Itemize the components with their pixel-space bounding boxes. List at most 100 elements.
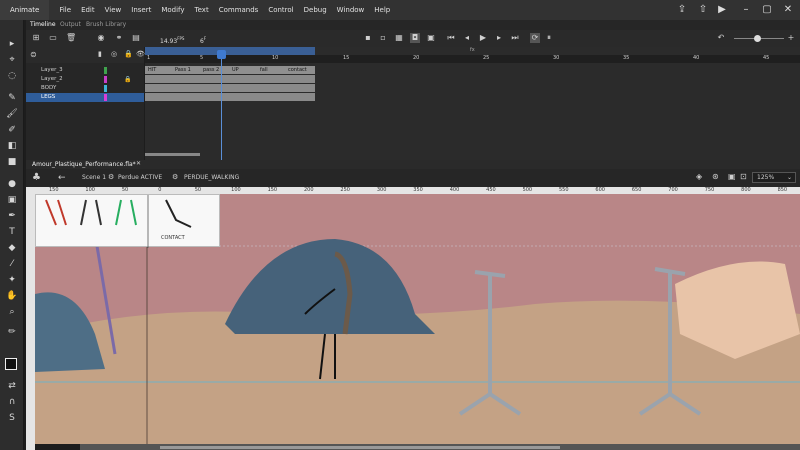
menu-debug[interactable]: Debug — [304, 6, 327, 14]
selection-tool-icon[interactable]: ▸ — [6, 38, 18, 50]
test-movie-icon[interactable]: ▶ — [716, 4, 728, 16]
first-frame-icon[interactable]: ⏮ — [446, 33, 456, 43]
share-icon[interactable]: ⇪ — [676, 4, 688, 16]
play-icon[interactable]: ▶ — [478, 33, 488, 43]
layer-row-selected[interactable]: LEGS — [26, 93, 144, 102]
menu-insert[interactable]: Insert — [131, 6, 151, 14]
edit-multiple-icon[interactable]: ▫ — [378, 33, 388, 43]
menu-edit[interactable]: Edit — [81, 6, 95, 14]
layer-row[interactable]: BODY — [26, 84, 144, 93]
brush-tool-icon[interactable]: 🖌 — [6, 108, 18, 120]
onion-skin-icon[interactable]: ▪ — [363, 33, 373, 43]
tab-output[interactable]: Output — [60, 20, 81, 30]
eye-all-icon[interactable]: 👁 — [136, 50, 145, 58]
menu-commands[interactable]: Commands — [219, 6, 259, 14]
center-stage-icon[interactable]: ⊡ — [740, 172, 747, 181]
layer-row[interactable]: Layer_2 🔒 — [26, 75, 144, 84]
back-icon[interactable]: ← — [58, 173, 66, 183]
snap-to-object-icon[interactable]: ◈ — [696, 172, 702, 181]
frame-row[interactable] — [145, 75, 315, 84]
subselection-tool-icon[interactable]: ⌖ — [6, 54, 18, 66]
swap-colors-icon[interactable]: ⇄ — [6, 380, 18, 392]
minimize-icon[interactable]: – — [740, 4, 752, 16]
lock-icon[interactable]: 🔒 — [124, 75, 131, 84]
maximize-icon[interactable]: ▢ — [761, 4, 773, 16]
new-folder-icon[interactable]: ▭ — [48, 33, 58, 43]
lock-all-icon[interactable]: 🔒 — [124, 50, 133, 58]
layer-depth-icon[interactable]: ▤ — [131, 33, 141, 43]
text-tool-icon[interactable]: T — [6, 226, 18, 238]
breadcrumb-perdue-walking[interactable]: PERDUE_WALKING — [184, 174, 239, 181]
pen-tool-icon[interactable]: ✒ — [6, 210, 18, 222]
ruler-tick-label: 0 — [158, 187, 162, 193]
frame-ruler[interactable]: 1 5 10 15 20 25 30 35 40 45 — [145, 55, 800, 63]
playhead-handle[interactable] — [217, 50, 226, 59]
menu-control[interactable]: Control — [268, 6, 293, 14]
fx-label: fx — [470, 47, 475, 53]
stroke-color-icon[interactable]: ✏ — [6, 326, 18, 338]
rectangle-tool-icon[interactable]: ■ — [6, 156, 18, 168]
pause-icon[interactable]: ⏸ — [544, 33, 554, 43]
loop-playback-icon[interactable]: ⟳ — [530, 33, 540, 43]
transform-icon[interactable]: ⊛ — [712, 172, 719, 181]
snap-icon[interactable]: ∩ — [6, 396, 18, 408]
tab-brush-library[interactable]: Brush Library — [86, 20, 126, 30]
eraser-tool-icon[interactable]: ◧ — [6, 140, 18, 152]
show-all-icon[interactable]: ▮ — [98, 50, 102, 58]
lasso-tool-icon[interactable]: ◌ — [6, 70, 18, 82]
app-tab[interactable]: Animate — [0, 0, 50, 20]
breadcrumb-perdue-active[interactable]: Perdue ACTIVE — [118, 174, 162, 181]
pencil-tool-icon[interactable]: ✎ — [6, 92, 18, 104]
publish-icon[interactable]: ⇧ — [697, 4, 709, 16]
zoom-tool-icon[interactable]: ⌕ — [6, 306, 18, 318]
clip-icon[interactable]: ▣ — [728, 172, 736, 181]
paint-brush-icon[interactable]: ✐ — [6, 124, 18, 136]
prev-frame-icon[interactable]: ◂ — [462, 33, 472, 43]
camera-tool-icon[interactable]: ▣ — [6, 194, 18, 206]
undo-icon[interactable]: ↶ — [716, 33, 726, 43]
onion-range-icon[interactable]: ▣ — [426, 33, 436, 43]
frame-display[interactable]: 6F — [200, 36, 206, 45]
onion-outline-icon[interactable]: ▦ — [394, 33, 404, 43]
layer-panel: ⊜ ▮ ◎ 🔒 👁 Layer_3 Layer_2 🔒 BODY LEGS — [26, 47, 145, 160]
menu-view[interactable]: View — [105, 6, 122, 14]
pin-tool-icon[interactable]: ✦ — [6, 274, 18, 286]
parent-view-icon[interactable]: ⚭ — [114, 33, 124, 43]
new-layer-icon[interactable]: ⊞ — [31, 33, 41, 43]
zoom-slider-handle[interactable] — [754, 35, 761, 42]
layer-row[interactable]: Layer_3 — [26, 66, 144, 75]
last-frame-icon[interactable]: ⏭ — [510, 33, 520, 43]
close-doc-icon[interactable]: ✕ — [136, 160, 141, 167]
menu-help[interactable]: Help — [374, 6, 390, 14]
menu-modify[interactable]: Modify — [161, 6, 184, 14]
close-icon[interactable]: ✕ — [782, 4, 794, 16]
camera-layer-icon[interactable]: ◉ — [96, 33, 106, 43]
hand-tool-icon[interactable]: ✋ — [6, 290, 18, 302]
zoom-select[interactable]: 125% ⌄ — [752, 172, 796, 183]
frame-row[interactable] — [145, 84, 315, 93]
tab-timeline[interactable]: Timeline — [30, 20, 56, 30]
zoom-in-icon[interactable]: + — [786, 33, 796, 43]
frame-row-labels[interactable]: HIT Pass 1 pass 2 UP fall contact — [145, 66, 315, 75]
scene-name[interactable]: Scene 1 — [82, 174, 106, 181]
oval-tool-icon[interactable]: ● — [6, 178, 18, 190]
loop-icon[interactable]: ◘ — [410, 33, 420, 43]
fill-swatch[interactable] — [5, 358, 17, 370]
frame-range-bar[interactable] — [145, 47, 315, 55]
document-tab[interactable]: Amour_Plastique_Performance.fla* — [32, 161, 136, 168]
ruler-tick-label: 400 — [449, 187, 460, 193]
menu-file[interactable]: File — [59, 6, 71, 14]
frame-row[interactable] — [145, 93, 315, 102]
stage-hscroll-thumb[interactable] — [160, 446, 560, 449]
next-frame-icon[interactable]: ▸ — [494, 33, 504, 43]
paint-bucket-icon[interactable]: ◆ — [6, 242, 18, 254]
timeline-hscroll-thumb[interactable] — [145, 153, 200, 156]
delete-layer-icon[interactable]: 🗑 — [66, 33, 76, 43]
fps-display[interactable]: 14.93FPS — [160, 36, 184, 45]
eyedropper-icon[interactable]: ⁄ — [6, 258, 18, 270]
outline-all-icon[interactable]: ◎ — [111, 50, 117, 58]
smooth-icon[interactable]: S — [6, 412, 18, 424]
layers-icon[interactable]: ⊜ — [30, 50, 37, 59]
menu-text[interactable]: Text — [195, 6, 209, 14]
menu-window[interactable]: Window — [337, 6, 365, 14]
